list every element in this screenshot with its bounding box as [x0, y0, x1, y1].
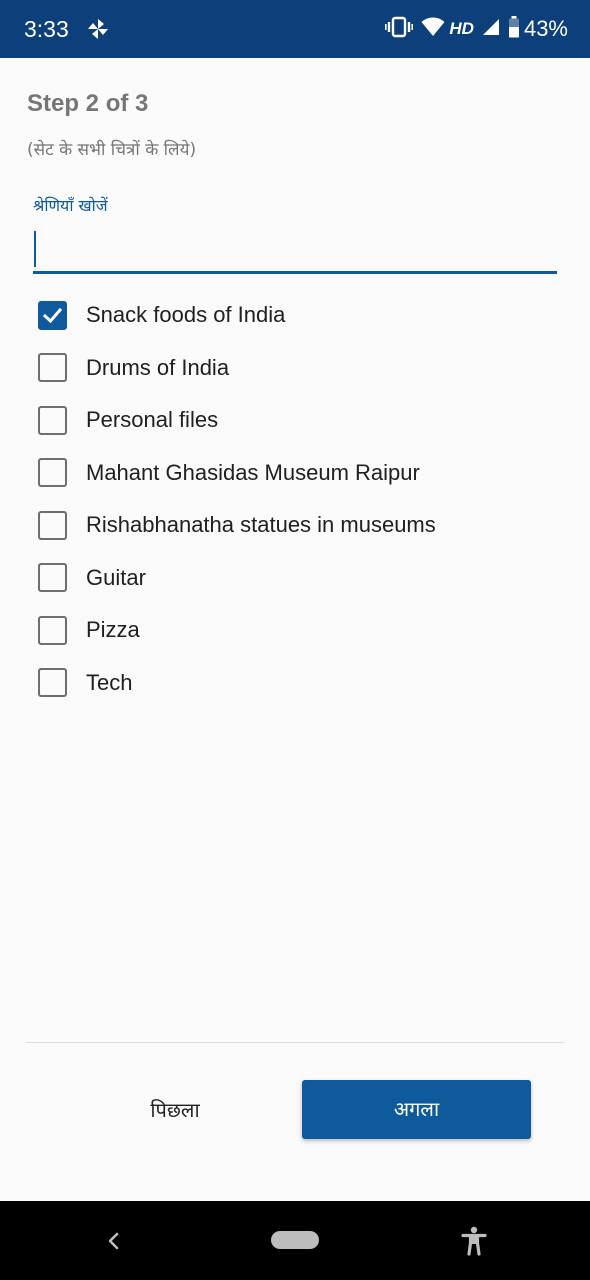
checkbox-unchecked[interactable]	[38, 510, 67, 540]
category-label: Snack foods of India	[86, 302, 286, 328]
category-item[interactable]: Mahant Ghasidas Museum Raipur	[0, 447, 590, 500]
checkbox-unchecked[interactable]	[38, 668, 67, 698]
category-label: Drums of India	[86, 354, 230, 380]
checkbox-unchecked[interactable]	[38, 405, 67, 435]
category-item[interactable]: Pizza	[0, 604, 590, 657]
status-bar: 3:33 HD 43%	[0, 0, 590, 58]
battery-icon	[508, 16, 520, 42]
category-item[interactable]: Tech	[0, 657, 590, 710]
status-icons: HD 43%	[377, 14, 568, 44]
checkbox-unchecked[interactable]	[38, 353, 67, 383]
category-search-input[interactable]	[33, 228, 557, 274]
home-pill-icon[interactable]	[271, 1231, 319, 1249]
category-list: Snack foods of India Drums of India Pers…	[0, 289, 590, 709]
signal-icon	[482, 18, 500, 40]
category-label: Personal files	[86, 407, 219, 433]
category-label: Tech	[86, 669, 133, 695]
category-label: Pizza	[86, 617, 140, 643]
battery-percent: 43%	[523, 16, 568, 41]
category-item[interactable]: Personal files	[0, 394, 590, 447]
step-indicator: Step 2 of 3	[27, 90, 149, 117]
vibrate-icon	[385, 16, 414, 42]
next-button[interactable]: अगला	[302, 1080, 531, 1139]
text-cursor	[34, 231, 36, 267]
pinwheel-icon	[86, 17, 110, 41]
checkbox-unchecked[interactable]	[38, 615, 67, 645]
checkbox-unchecked[interactable]	[38, 563, 67, 593]
category-item[interactable]: Guitar	[0, 552, 590, 605]
category-label: Mahant Ghasidas Museum Raipur	[86, 459, 420, 485]
search-label: श्रेणियाँ खोजें	[33, 196, 108, 215]
accessibility-icon[interactable]	[460, 1226, 488, 1256]
checkbox-unchecked[interactable]	[38, 458, 67, 488]
category-item[interactable]: Drums of India	[0, 342, 590, 395]
network-type: HD	[449, 19, 474, 38]
back-icon[interactable]	[104, 1230, 124, 1252]
footer-divider	[26, 1042, 564, 1043]
system-nav-bar	[0, 1201, 590, 1280]
step-subtitle: (सेट के सभी चित्रों के लिये)	[27, 140, 197, 160]
previous-button[interactable]: पिछला	[101, 1082, 249, 1138]
category-label: Guitar	[86, 564, 146, 590]
category-label: Rishabhanatha statues in museums	[86, 512, 436, 538]
category-item[interactable]: Snack foods of India	[0, 289, 590, 342]
category-item[interactable]: Rishabhanatha statues in museums	[0, 499, 590, 552]
checkbox-checked[interactable]	[38, 300, 67, 330]
status-time: 3:33	[24, 16, 69, 42]
wifi-icon	[421, 17, 445, 41]
